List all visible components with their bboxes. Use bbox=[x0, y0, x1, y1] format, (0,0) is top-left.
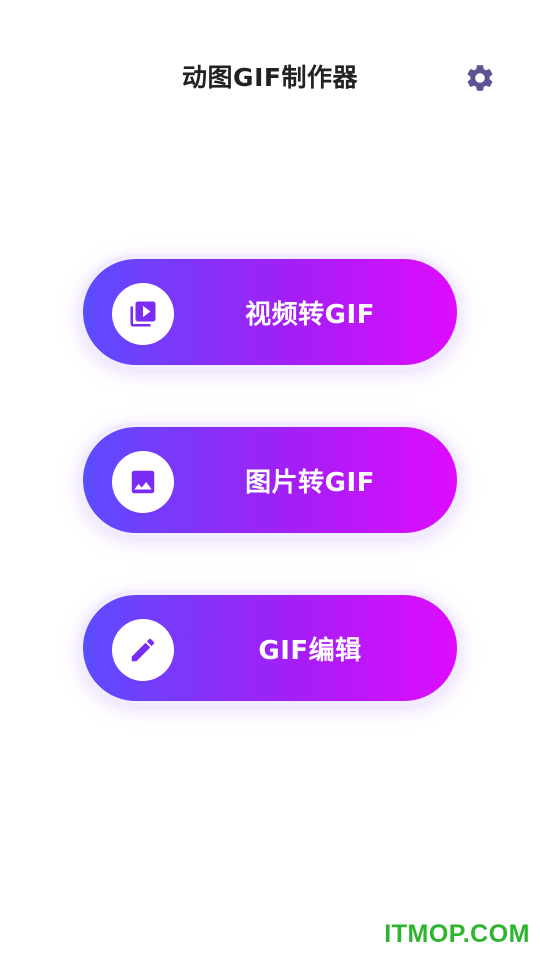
settings-button[interactable] bbox=[464, 62, 496, 94]
button-background: 视频转GIF bbox=[83, 259, 457, 365]
image-to-gif-button[interactable]: 图片转GIF bbox=[78, 422, 462, 538]
button-background: 图片转GIF bbox=[83, 427, 457, 533]
image-icon bbox=[131, 470, 155, 494]
icon-circle bbox=[112, 283, 174, 345]
video-to-gif-button[interactable]: 视频转GIF bbox=[78, 254, 462, 370]
pencil-icon bbox=[131, 638, 155, 662]
button-background: GIF编辑 bbox=[83, 595, 457, 701]
gif-edit-label: GIF编辑 bbox=[258, 635, 362, 666]
video-to-gif-label: 视频转GIF bbox=[245, 299, 375, 330]
video-library-icon bbox=[130, 301, 156, 327]
watermark: ITMOP.COM bbox=[384, 920, 530, 948]
gif-edit-button[interactable]: GIF编辑 bbox=[78, 590, 462, 706]
image-to-gif-label: 图片转GIF bbox=[245, 467, 375, 498]
app-title: 动图GIF制作器 bbox=[182, 63, 358, 92]
gear-icon bbox=[467, 65, 493, 91]
icon-circle bbox=[112, 619, 174, 681]
icon-circle bbox=[112, 451, 174, 513]
